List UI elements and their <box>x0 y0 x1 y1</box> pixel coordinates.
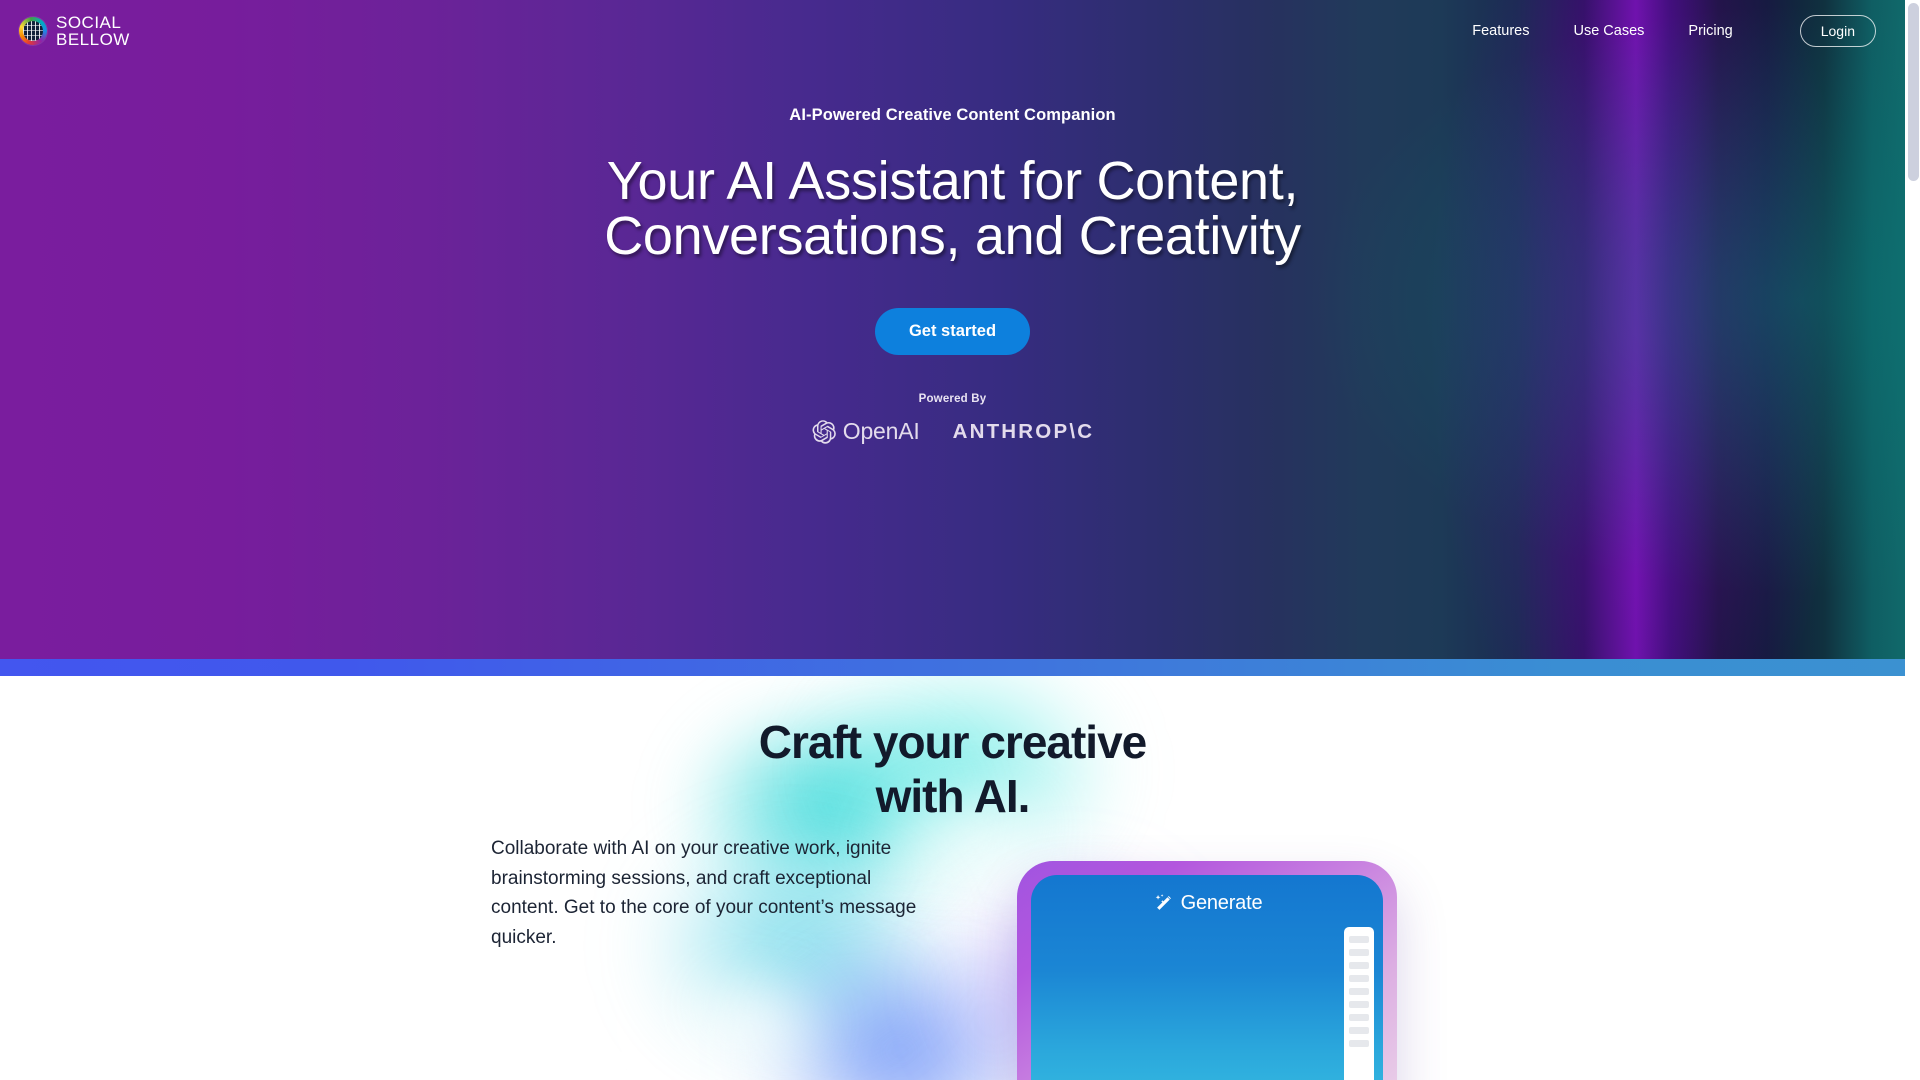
brain-circuit-rainbow-icon <box>19 17 47 45</box>
generate-card-mockup: Generate <box>1017 861 1397 1080</box>
card-side-panel <box>1344 927 1374 1080</box>
get-started-button[interactable]: Get started <box>874 308 1031 355</box>
brand-name-line2: BELLOW <box>56 30 130 49</box>
top-navigation-bar: SOCIAL BELLOW Features Use Cases Pricing… <box>0 0 1905 62</box>
magic-wand-icon <box>1155 893 1171 910</box>
skeleton-line <box>1349 975 1369 982</box>
brand-name: SOCIAL BELLOW <box>56 14 130 48</box>
skeleton-line <box>1349 936 1369 943</box>
skeleton-line <box>1349 1027 1369 1034</box>
section-title-line1: Craft your creative <box>758 716 1148 768</box>
scrollbar-thumb[interactable] <box>1908 3 1919 181</box>
skeleton-line <box>1349 1014 1369 1021</box>
features-section: Craft your creative with AI. Collaborate… <box>0 676 1905 1080</box>
skeleton-line <box>1349 1001 1369 1008</box>
section-title-line2: with AI. <box>875 770 1031 822</box>
card-header: Generate <box>1031 892 1383 915</box>
card-body: Generate <box>1031 875 1383 1080</box>
nav-link-use-cases[interactable]: Use Cases <box>1551 15 1666 47</box>
login-button[interactable]: Login <box>1799 15 1876 47</box>
skeleton-line <box>1349 1040 1369 1047</box>
nav-link-pricing[interactable]: Pricing <box>1666 15 1754 47</box>
nav-links: Features Use Cases Pricing Login <box>1450 15 1905 47</box>
section-title: Craft your creative with AI. <box>0 715 1905 823</box>
landing-page: SOCIAL BELLOW Features Use Cases Pricing… <box>0 0 1920 1080</box>
section-divider-bar <box>0 659 1905 676</box>
page-scrollbar[interactable] <box>1905 0 1920 1080</box>
skeleton-line <box>1349 988 1369 995</box>
skeleton-line <box>1349 962 1369 969</box>
nav-link-features[interactable]: Features <box>1450 15 1551 47</box>
brand-name-line1: SOCIAL <box>56 13 122 32</box>
card-header-label: Generate <box>1180 892 1263 914</box>
brand-logo[interactable]: SOCIAL BELLOW <box>19 14 130 48</box>
skeleton-line <box>1349 949 1369 956</box>
section-body-text: Collaborate with AI on your creative wor… <box>491 838 917 948</box>
